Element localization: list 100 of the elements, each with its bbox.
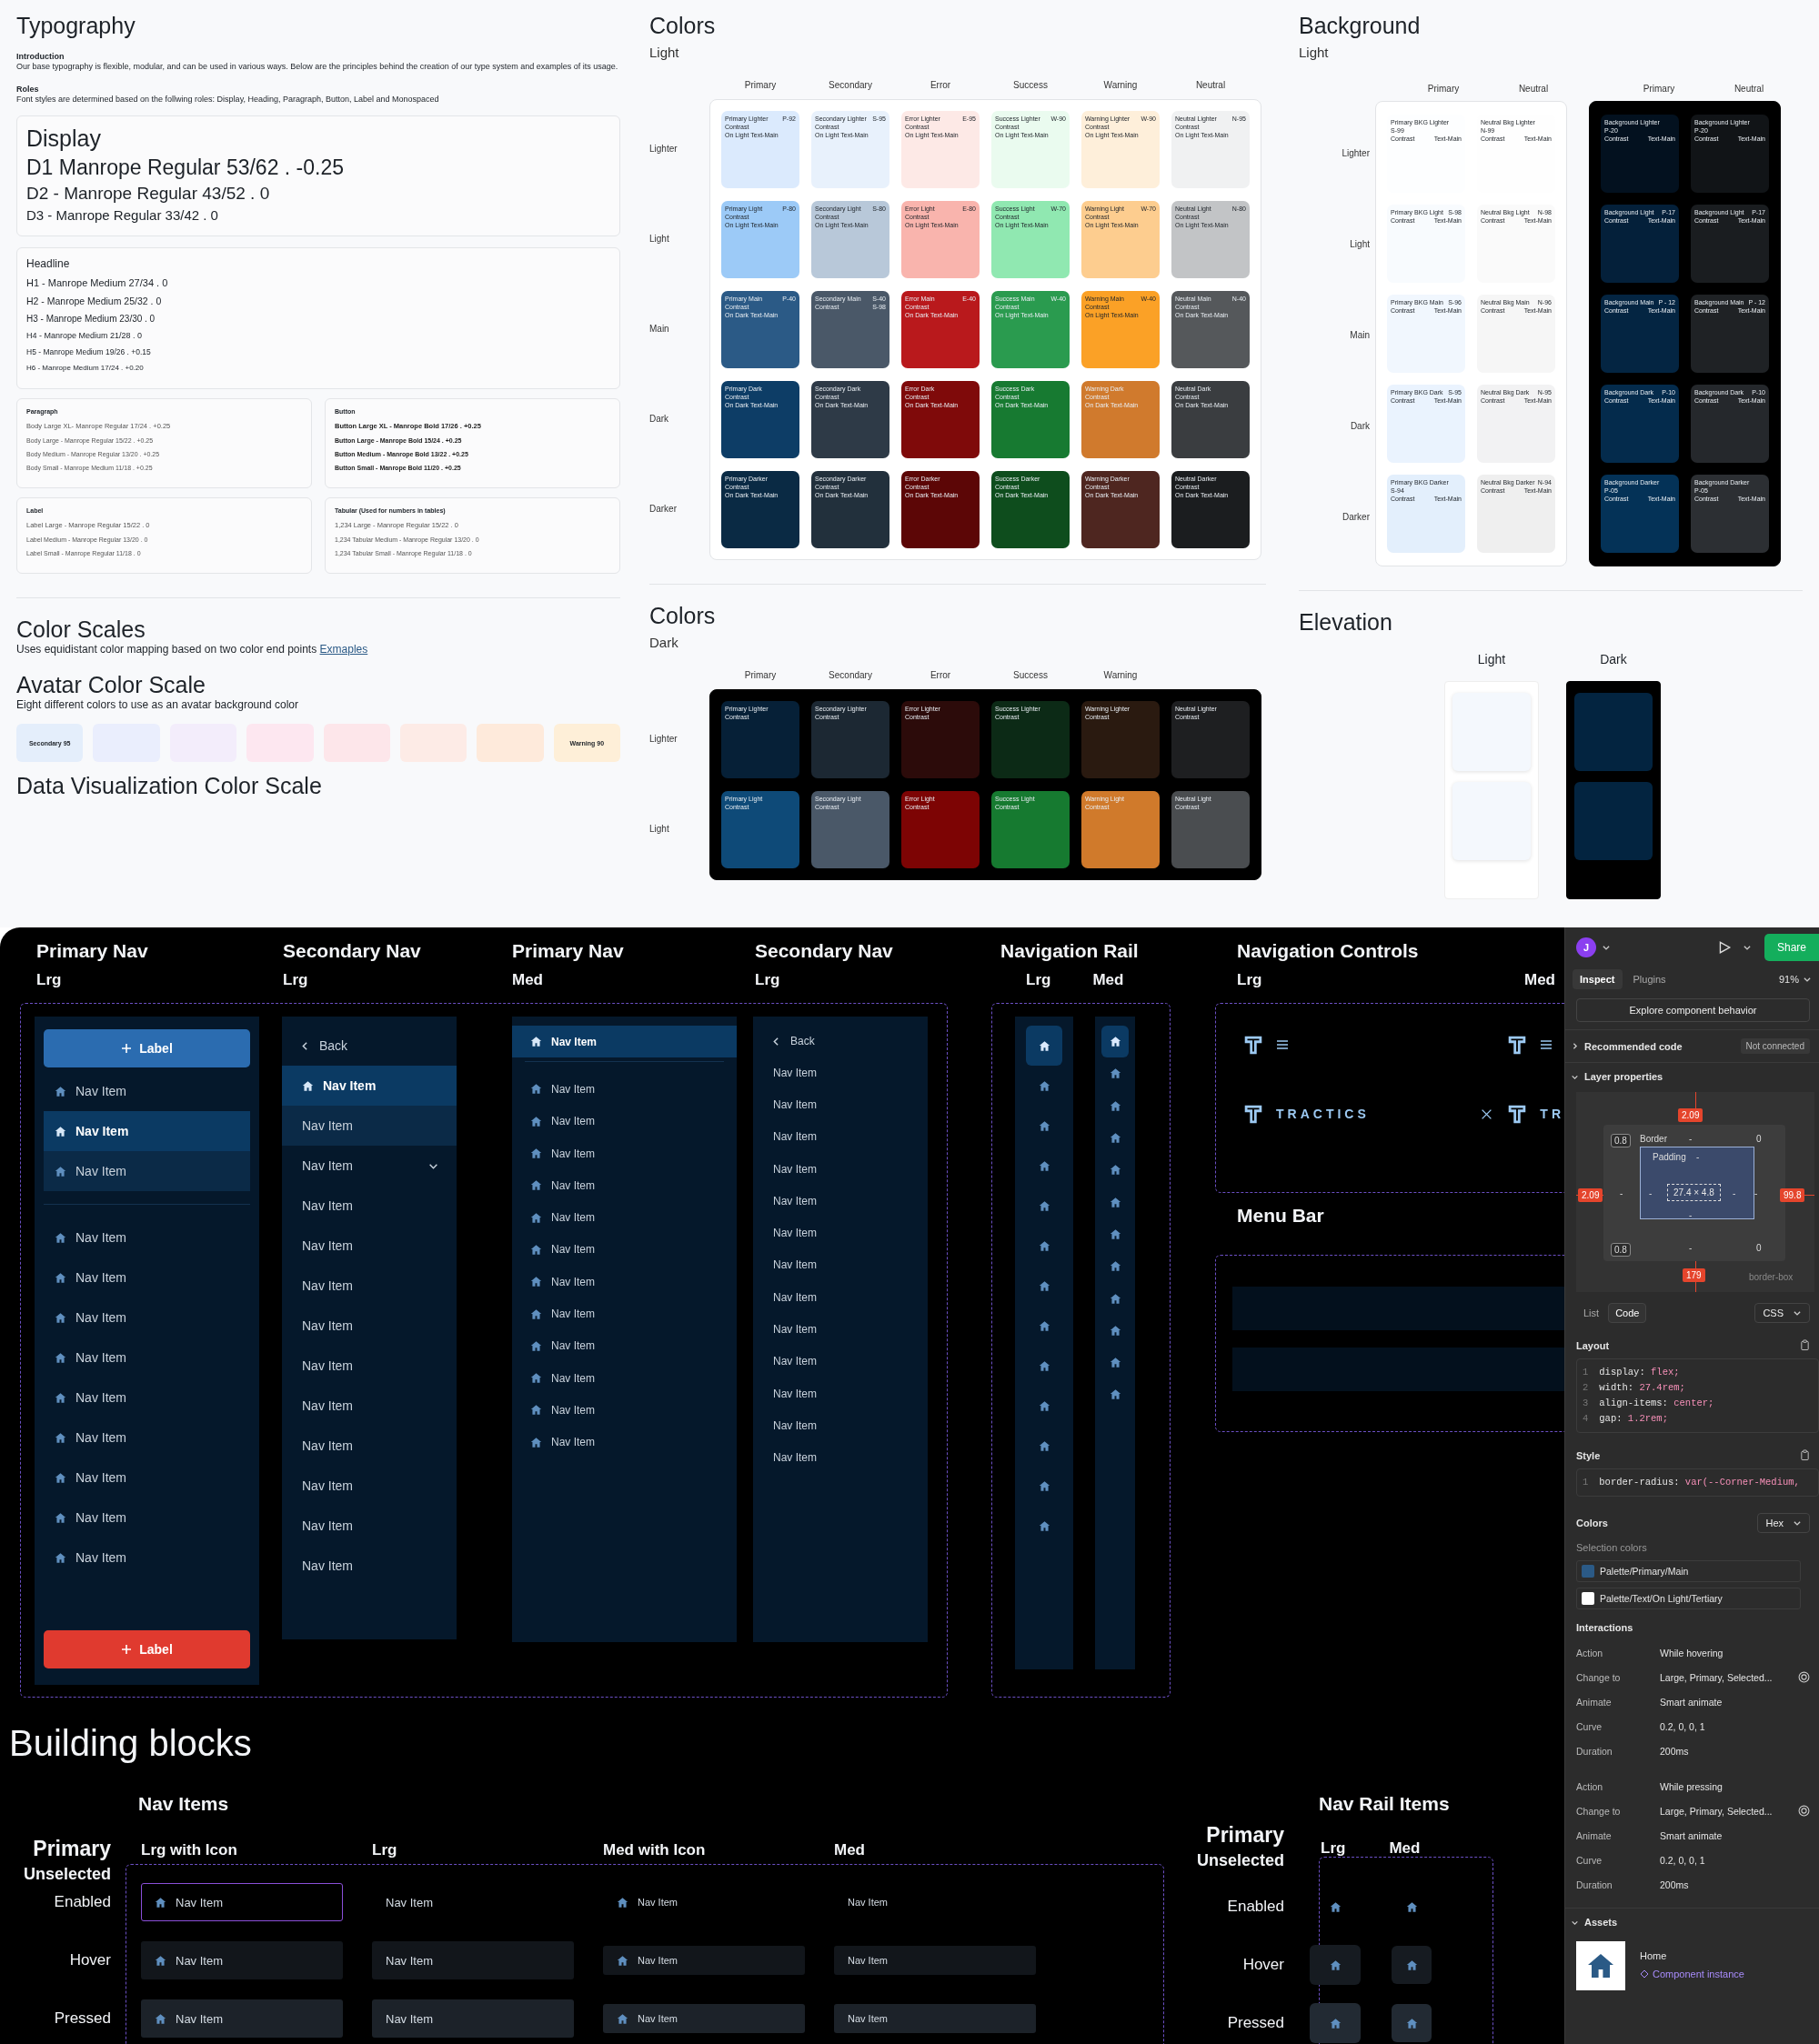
nav-item[interactable]: Nav Item <box>372 1999 574 2038</box>
nav-item[interactable]: Nav Item <box>753 1409 928 1442</box>
nav-item[interactable]: Nav Item <box>834 1946 1036 1975</box>
nav-item[interactable]: Nav Item <box>372 1883 574 1921</box>
label-button[interactable]: Label <box>44 1029 250 1067</box>
label-button[interactable]: Label <box>44 1630 250 1668</box>
nav-item[interactable]: Nav Item <box>753 1185 928 1217</box>
nav-item[interactable]: Nav Item <box>512 1137 737 1170</box>
menu-icon[interactable] <box>1276 1039 1289 1050</box>
nav-item[interactable]: Nav Item <box>753 1152 928 1186</box>
nav-item[interactable]: Nav Item <box>282 1186 457 1226</box>
nav-item[interactable]: Nav Item <box>141 1941 343 1979</box>
nav-item[interactable]: Nav Item <box>753 1313 928 1346</box>
nav-item[interactable]: Nav Item <box>834 1888 1036 1917</box>
asset-thumbnail[interactable] <box>1576 1941 1625 1990</box>
view-tab[interactable]: Code <box>1608 1303 1647 1323</box>
nav-item[interactable]: Nav Item <box>753 1217 928 1249</box>
caret-icon[interactable] <box>1742 943 1752 952</box>
explore-button[interactable]: Explore component behavior <box>1576 998 1810 1022</box>
nav-item[interactable]: Nav Item <box>282 1426 457 1466</box>
nav-item[interactable]: Nav Item <box>282 1506 457 1546</box>
panel-tab[interactable]: Plugins <box>1625 969 1673 989</box>
nav-item[interactable]: Nav Item <box>282 1106 457 1146</box>
nav-item[interactable]: Nav Item <box>282 1546 457 1586</box>
nav-item[interactable]: Nav Item <box>44 1498 250 1538</box>
nav-item[interactable]: Nav Item <box>141 1883 343 1921</box>
nav-item[interactable]: Nav Item <box>44 1071 250 1111</box>
nav-item[interactable]: Nav Item <box>753 1088 928 1121</box>
language-dropdown[interactable]: CSS <box>1754 1303 1810 1323</box>
chevron-right-icon[interactable] <box>1571 1042 1579 1050</box>
back-button[interactable]: Back <box>753 1026 928 1057</box>
nav-item[interactable]: Nav Item <box>603 2004 805 2033</box>
nav-item[interactable]: Nav Item <box>282 1306 457 1346</box>
nav-item[interactable]: Nav Item <box>282 1466 457 1506</box>
nav-item[interactable]: Nav Item <box>44 1338 250 1378</box>
nav-item[interactable]: Nav Item <box>753 1441 928 1474</box>
nav-item[interactable]: Nav Item <box>282 1266 457 1306</box>
format-dropdown[interactable]: Hex <box>1757 1513 1810 1533</box>
nav-item[interactable]: Nav Item <box>44 1111 250 1151</box>
nav-item[interactable]: Nav Item <box>512 1073 737 1106</box>
close-icon[interactable] <box>1480 1107 1492 1120</box>
nav-item[interactable]: Nav Item <box>141 1999 343 2038</box>
clipboard-icon[interactable] <box>1800 1449 1810 1461</box>
nav-item[interactable]: Nav Item <box>753 1120 928 1153</box>
zoom-level[interactable]: 91% <box>1778 974 1799 985</box>
nav-item[interactable]: Nav Item <box>44 1378 250 1418</box>
nav-item[interactable]: Nav Item <box>44 1298 250 1338</box>
nav-item[interactable]: Nav Item <box>44 1217 250 1257</box>
nav-item[interactable]: Nav Item <box>753 1345 928 1378</box>
nav-item[interactable]: Nav Item <box>512 1298 737 1330</box>
view-tab[interactable]: List <box>1576 1303 1607 1323</box>
examples-link[interactable]: Exmaples <box>319 643 368 656</box>
color-row[interactable]: Palette/Primary/Main <box>1576 1560 1801 1582</box>
nav-item[interactable]: Nav Item <box>512 1169 737 1202</box>
row-label: Dark <box>1350 420 1370 431</box>
nav-item[interactable]: Nav Item <box>512 1026 737 1058</box>
nav-item[interactable]: Nav Item <box>282 1146 457 1186</box>
nav-item[interactable]: Nav Item <box>603 1888 805 1917</box>
nav-item[interactable]: Nav Item <box>44 1418 250 1458</box>
nav-item[interactable]: Nav Item <box>753 1057 928 1089</box>
back-button[interactable]: Back <box>282 1026 457 1066</box>
nav-item[interactable]: Nav Item <box>512 1233 737 1267</box>
nav-item[interactable]: Nav Item <box>282 1386 457 1426</box>
panel-tab[interactable]: Inspect <box>1573 969 1623 989</box>
border-value: - <box>1689 1134 1693 1144</box>
nav-item[interactable]: Nav Item <box>753 1248 928 1282</box>
home-icon <box>302 1079 314 1092</box>
target-icon[interactable] <box>1798 1671 1810 1683</box>
nav-item[interactable]: Nav Item <box>282 1346 457 1386</box>
section-title: Color Scales <box>16 616 146 643</box>
caret-icon[interactable] <box>1803 975 1812 984</box>
nav-item[interactable]: Nav Item <box>512 1394 737 1427</box>
rail-item[interactable] <box>1026 1026 1062 1066</box>
nav-item[interactable]: Nav Item <box>512 1329 737 1362</box>
nav-item[interactable]: Nav Item <box>282 1226 457 1266</box>
size-label: Lrg <box>1026 971 1051 989</box>
nav-item[interactable]: Nav Item <box>372 1941 574 1979</box>
nav-item[interactable]: Nav Item <box>753 1281 928 1314</box>
nav-item[interactable]: Nav Item <box>512 1201 737 1234</box>
nav-item[interactable]: Nav Item <box>512 1426 737 1458</box>
nav-item[interactable]: Nav Item <box>603 1946 805 1975</box>
nav-item[interactable]: Nav Item <box>44 1151 250 1191</box>
group-sublabel: Unselected <box>22 1865 111 1884</box>
nav-item[interactable]: Nav Item <box>834 2004 1036 2033</box>
nav-item[interactable]: Nav Item <box>44 1257 250 1298</box>
nav-item[interactable]: Nav Item <box>44 1458 250 1498</box>
nav-item[interactable]: Nav Item <box>512 1266 737 1298</box>
caret-icon[interactable] <box>1602 943 1611 952</box>
home-icon <box>1038 1439 1050 1452</box>
color-row[interactable]: Palette/Text/On Light/Tertiary <box>1576 1588 1801 1609</box>
menu-icon[interactable] <box>1540 1039 1553 1050</box>
nav-item[interactable]: Nav Item <box>282 1066 457 1106</box>
nav-item[interactable]: Nav Item <box>753 1377 928 1410</box>
target-icon[interactable] <box>1798 1805 1810 1817</box>
nav-item[interactable]: Nav Item <box>44 1538 250 1578</box>
rail-item[interactable] <box>1101 1026 1129 1058</box>
clipboard-icon[interactable] <box>1800 1339 1810 1351</box>
nav-item[interactable]: Nav Item <box>512 1361 737 1395</box>
avatar[interactable]: J <box>1576 937 1596 957</box>
nav-item[interactable]: Nav Item <box>512 1105 737 1137</box>
